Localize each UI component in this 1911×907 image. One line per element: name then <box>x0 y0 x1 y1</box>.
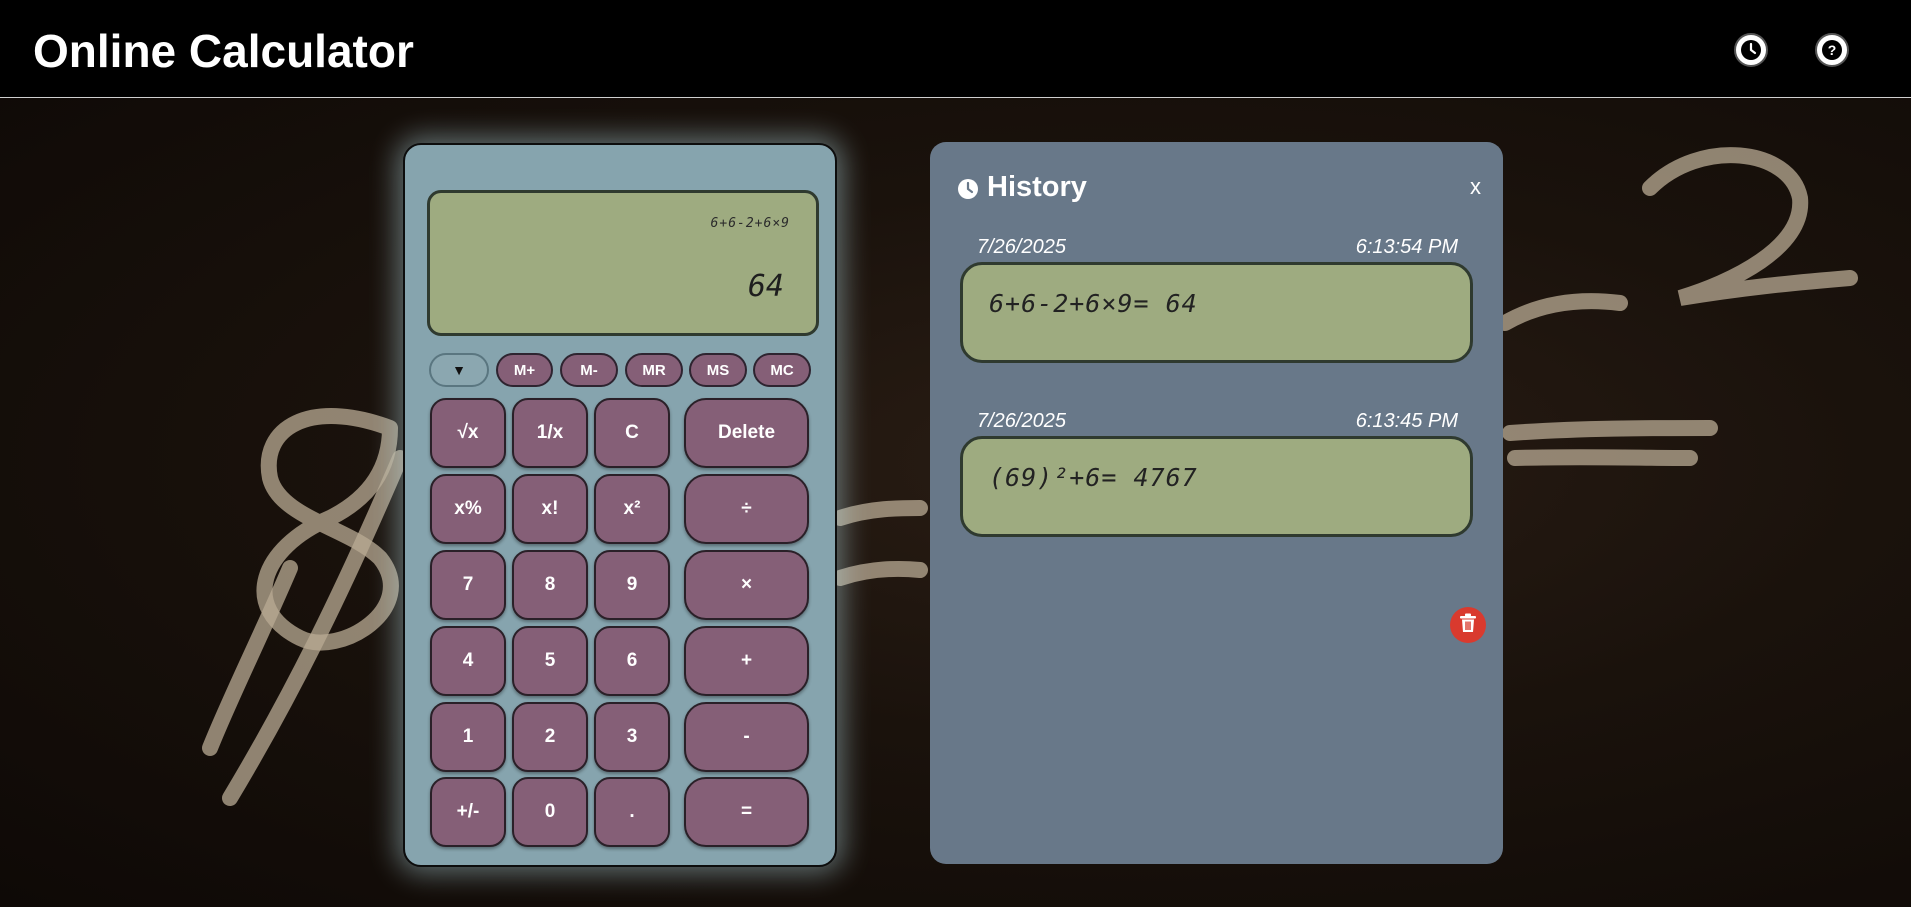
memory-add-button[interactable]: M+ <box>496 353 553 387</box>
digit-2-button[interactable]: 2 <box>512 702 588 772</box>
calculator-display: 6+6-2+6×9 64 <box>427 190 819 336</box>
decimal-button[interactable]: . <box>594 777 670 847</box>
digit-9-button[interactable]: 9 <box>594 550 670 620</box>
history-entry-date: 7/26/2025 <box>977 236 1066 258</box>
display-result: 64 <box>747 269 784 304</box>
history-entry-date: 7/26/2025 <box>977 410 1066 432</box>
divide-button[interactable]: ÷ <box>684 474 809 544</box>
memory-clear-button[interactable]: MC <box>753 353 811 387</box>
history-title: History <box>987 171 1087 203</box>
delete-button[interactable]: Delete <box>684 398 809 468</box>
reciprocal-button[interactable]: 1/x <box>512 398 588 468</box>
memory-dropdown-button[interactable]: ▼ <box>429 353 489 387</box>
history-entry-time: 6:13:45 PM <box>1355 410 1458 432</box>
app-title: Online Calculator <box>33 25 414 77</box>
clear-button[interactable]: C <box>594 398 670 468</box>
digit-4-button[interactable]: 4 <box>430 626 506 696</box>
history-entry-expression: (69)²+6= 4767 <box>989 463 1198 492</box>
factorial-button[interactable]: x! <box>512 474 588 544</box>
history-close-button[interactable]: x <box>1470 174 1481 200</box>
digit-0-button[interactable]: 0 <box>512 777 588 847</box>
digit-7-button[interactable]: 7 <box>430 550 506 620</box>
digit-8-button[interactable]: 8 <box>512 550 588 620</box>
memory-subtract-button[interactable]: M- <box>560 353 618 387</box>
clear-history-button[interactable] <box>1450 607 1486 643</box>
trash-icon <box>1459 613 1477 638</box>
digit-5-button[interactable]: 5 <box>512 626 588 696</box>
percent-button[interactable]: x% <box>430 474 506 544</box>
history-entry-expression: 6+6-2+6×9= 64 <box>989 289 1198 318</box>
history-icon[interactable] <box>1734 33 1768 67</box>
plus-button[interactable]: + <box>684 626 809 696</box>
multiply-button[interactable]: × <box>684 550 809 620</box>
history-panel: History x 7/26/2025 6:13:54 PM 6+6-2+6×9… <box>930 142 1503 864</box>
history-entry-time: 6:13:54 PM <box>1355 236 1458 258</box>
top-bar: Online Calculator ? <box>0 0 1911 98</box>
help-icon[interactable]: ? <box>1815 33 1849 67</box>
digit-1-button[interactable]: 1 <box>430 702 506 772</box>
equals-button[interactable]: = <box>684 777 809 847</box>
square-button[interactable]: x² <box>594 474 670 544</box>
calculator: 6+6-2+6×9 64 ▼ M+ M- MR MS MC √x 1/x C D… <box>403 143 837 867</box>
history-entry[interactable]: 6+6-2+6×9= 64 <box>960 262 1473 363</box>
digit-3-button[interactable]: 3 <box>594 702 670 772</box>
memory-store-button[interactable]: MS <box>689 353 747 387</box>
sqrt-button[interactable]: √x <box>430 398 506 468</box>
minus-button[interactable]: - <box>684 702 809 772</box>
display-expression: 6+6-2+6×9 <box>710 216 790 231</box>
digit-6-button[interactable]: 6 <box>594 626 670 696</box>
memory-recall-button[interactable]: MR <box>625 353 683 387</box>
negate-button[interactable]: +/- <box>430 777 506 847</box>
history-entry[interactable]: (69)²+6= 4767 <box>960 436 1473 537</box>
clock-icon <box>957 178 979 205</box>
svg-text:?: ? <box>1828 42 1837 58</box>
